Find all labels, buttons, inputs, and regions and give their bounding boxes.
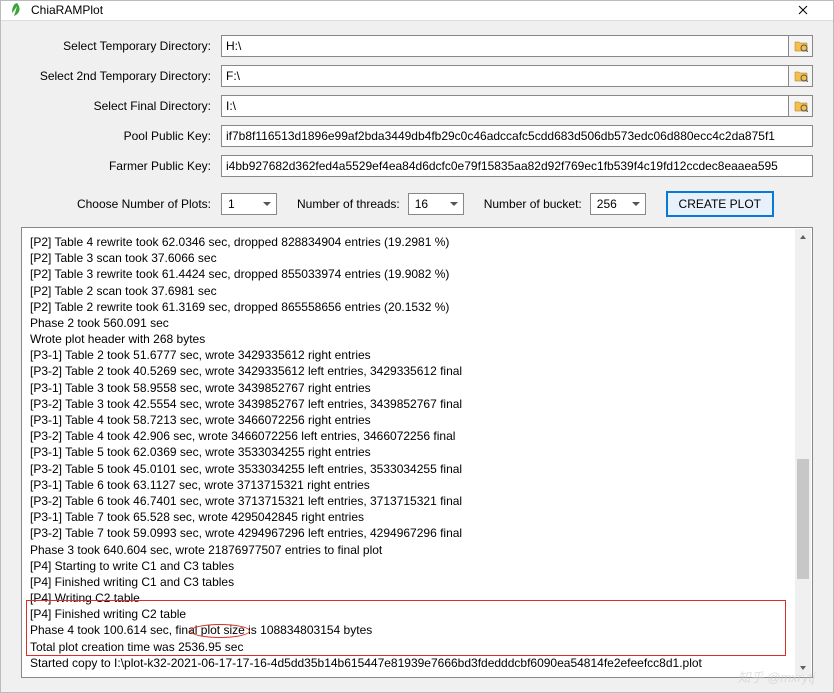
final-dir-input[interactable] (221, 95, 789, 117)
final-dir-label: Select Final Directory: (21, 99, 221, 113)
log-line: Phase 3 took 640.604 sec, wrote 21876977… (30, 542, 804, 558)
log-line: [P3-1] Table 6 took 63.1127 sec, wrote 3… (30, 477, 804, 493)
log-line: [P2] Table 2 scan took 37.6981 sec (30, 283, 804, 299)
log-scrollbar[interactable] (795, 229, 811, 676)
log-line: [P2] Table 4 rewrite took 62.0346 sec, d… (30, 234, 804, 250)
create-plot-button[interactable]: CREATE PLOT (666, 191, 774, 217)
log-line: [P4] Finished writing C1 and C3 tables (30, 574, 804, 590)
log-line: [P3-2] Table 6 took 46.7401 sec, wrote 3… (30, 493, 804, 509)
temp-dir-browse-button[interactable] (789, 35, 813, 57)
threads-select[interactable]: 16 (408, 193, 464, 215)
farmer-key-label: Farmer Public Key: (21, 159, 221, 173)
num-plots-select[interactable]: 1 (221, 193, 277, 215)
scroll-thumb[interactable] (797, 459, 809, 579)
log-line: [P3-2] Table 2 took 40.5269 sec, wrote 3… (30, 363, 804, 379)
log-line: [P2] Table 3 scan took 37.6066 sec (30, 250, 804, 266)
log-line: [P3-1] Table 5 took 62.0369 sec, wrote 3… (30, 444, 804, 460)
log-output[interactable]: [P2] Table 4 rewrite took 62.0346 sec, d… (21, 227, 813, 678)
buckets-label: Number of bucket: (484, 197, 582, 211)
buckets-select[interactable]: 256 (590, 193, 646, 215)
log-line: [P3-1] Table 4 took 58.7213 sec, wrote 3… (30, 412, 804, 428)
log-line: [P3-1] Table 2 took 51.6777 sec, wrote 3… (30, 347, 804, 363)
log-line: [P3-2] Table 3 took 42.5554 sec, wrote 3… (30, 396, 804, 412)
temp2-dir-browse-button[interactable] (789, 65, 813, 87)
log-line: [P3-1] Table 7 took 65.528 sec, wrote 42… (30, 509, 804, 525)
temp2-dir-input[interactable] (221, 65, 789, 87)
farmer-key-input[interactable] (221, 155, 813, 177)
log-line: [P4] Writing C2 table (30, 590, 804, 606)
pool-key-label: Pool Public Key: (21, 129, 221, 143)
log-line: Total plot creation time was 2536.95 sec (30, 639, 804, 655)
log-line: Wrote plot header with 268 bytes (30, 331, 804, 347)
log-line: [P2] Table 2 rewrite took 61.3169 sec, d… (30, 299, 804, 315)
folder-icon (794, 70, 808, 82)
app-window: ChiaRAMPlot Select Temporary Directory: … (0, 0, 834, 693)
log-line: [P3-1] Table 3 took 58.9558 sec, wrote 3… (30, 380, 804, 396)
temp-dir-label: Select Temporary Directory: (21, 39, 221, 53)
temp2-dir-label: Select 2nd Temporary Directory: (21, 69, 221, 83)
final-dir-browse-button[interactable] (789, 95, 813, 117)
content-area: Select Temporary Directory: Select 2nd T… (1, 21, 833, 692)
threads-label: Number of threads: (297, 197, 400, 211)
log-line: [P4] Starting to write C1 and C3 tables (30, 558, 804, 574)
num-plots-label: Choose Number of Plots: (21, 197, 221, 211)
scroll-down-arrow[interactable] (795, 660, 811, 676)
log-line: [P4] Finished writing C2 table (30, 606, 804, 622)
app-icon (9, 2, 25, 18)
log-line: [P3-2] Table 4 took 42.906 sec, wrote 34… (30, 428, 804, 444)
window-title: ChiaRAMPlot (31, 3, 780, 17)
temp-dir-input[interactable] (221, 35, 789, 57)
log-line: Started copy to I:\plot-k32-2021-06-17-1… (30, 655, 804, 671)
titlebar: ChiaRAMPlot (1, 1, 833, 21)
pool-key-input[interactable] (221, 125, 813, 147)
log-line: Phase 2 took 560.091 sec (30, 315, 804, 331)
log-line: [P3-2] Table 5 took 45.0101 sec, wrote 3… (30, 461, 804, 477)
close-button[interactable] (780, 1, 825, 20)
folder-icon (794, 40, 808, 52)
log-line: Phase 4 took 100.614 sec, final plot siz… (30, 622, 804, 638)
log-line: [P2] Table 3 rewrite took 61.4424 sec, d… (30, 266, 804, 282)
log-line: [P3-2] Table 7 took 59.0993 sec, wrote 4… (30, 525, 804, 541)
folder-icon (794, 100, 808, 112)
scroll-up-arrow[interactable] (795, 229, 811, 245)
